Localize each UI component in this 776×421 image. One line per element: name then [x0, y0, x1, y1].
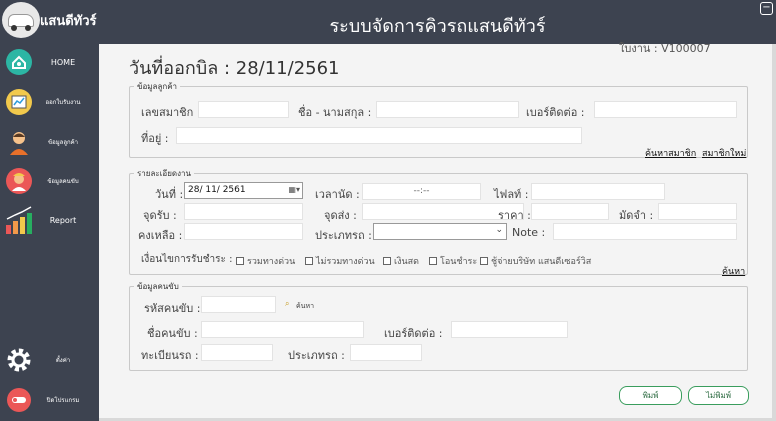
driver-section-legend: ข้อมูลคนขับ [137, 282, 179, 291]
customer-phone-label: เบอร์ติดต่อ : [526, 106, 585, 119]
flight-label: ไฟลท์ : [494, 188, 529, 201]
payment-option-company[interactable]: ชู้จ่ายบริษัท แสนดีเซอร์วิส [480, 254, 591, 268]
driver-name-label: ชื่อคนขับ : [147, 327, 198, 340]
nav-home-label: HOME [50, 57, 76, 67]
van-logo-icon [2, 2, 40, 38]
payment-option-label: ไม่รวมทางด่วน [316, 257, 375, 267]
nav-billing-label: ออกใบรับงาน [45, 99, 81, 106]
minimize-button[interactable]: − [760, 2, 773, 15]
customer-section-legend: ข้อมูลลูกค้า [137, 82, 178, 91]
nav-report[interactable]: Report [0, 202, 99, 238]
deposit-input[interactable] [658, 203, 737, 220]
car-type-select[interactable]: ⌄ [373, 223, 507, 240]
customer-phone-input[interactable] [594, 101, 737, 118]
payment-option-exclude-toll[interactable]: ไม่รวมทางด่วน [305, 254, 375, 268]
nav-settings[interactable]: ตั้งค่า [0, 342, 99, 378]
dropoff-label: จุดส่ง : [324, 209, 357, 222]
nav-customer[interactable]: ข้อมูลลูกค้า [0, 124, 99, 160]
nav-exit[interactable]: ปิดโปรแกรม [0, 382, 99, 418]
no-print-button[interactable]: ไม่พิมพ์ [688, 386, 749, 405]
plate-label: ทะเบียนรถ : [141, 349, 199, 362]
price-input[interactable] [531, 203, 609, 220]
nav-home[interactable]: HOME [0, 44, 99, 80]
driver-id-input[interactable] [201, 296, 276, 313]
header-title: ระบบจัดการคิวรถแสนดีทัวร์ [329, 16, 546, 37]
appointment-time-label: เวลานัด : [315, 188, 360, 201]
payment-option-transfer[interactable]: โอนชำระ [429, 254, 477, 268]
nav-billing[interactable]: ออกใบรับงาน [0, 84, 99, 120]
driver-icon [4, 166, 34, 196]
customer-icon [4, 127, 34, 157]
checkbox[interactable] [480, 257, 488, 265]
print-button[interactable]: พิมพ์ [619, 386, 682, 405]
price-label: ราคา : [498, 209, 531, 222]
nav-settings-label: ตั้งค่า [55, 357, 71, 364]
brand-name: แสนดีทัวร์ [40, 13, 97, 29]
member-id-label: เลขสมาชิก : [141, 106, 201, 119]
power-toggle-icon [4, 385, 34, 415]
driver-phone-label: เบอร์ติดต่อ : [384, 327, 443, 340]
plate-input[interactable] [201, 344, 273, 361]
driver-name-input[interactable] [201, 321, 364, 338]
customer-name-label: ชื่อ - นามสกุล : [298, 106, 372, 119]
home-icon [4, 47, 34, 77]
brand: แสนดีทัวร์ [0, 0, 99, 40]
job-date-picker[interactable]: 28/ 11/ 2561 ▦▾ [184, 182, 303, 199]
payment-condition-label: เงื่อนไขการรับชำระ : [141, 254, 233, 265]
nav-report-label: Report [49, 215, 77, 225]
remaining-input[interactable] [184, 223, 303, 240]
driver-phone-input[interactable] [451, 321, 568, 338]
driver-id-label: รหัสคนขับ : [144, 302, 201, 315]
appointment-time-input[interactable]: --:-- [362, 183, 481, 200]
checkbox[interactable] [383, 257, 391, 265]
search-icon[interactable]: ⌕ [285, 299, 289, 309]
payment-option-label: โอนชำระ [440, 257, 478, 267]
main-panel: วันที่ออกบิล : 28/11/2561 ใบงาน : V10000… [99, 42, 772, 418]
note-label: Note : [512, 226, 546, 239]
nav-driver-label: ข้อมูลคนขับ [47, 178, 79, 185]
address-input[interactable] [176, 127, 582, 144]
payment-option-label: เงินสด [394, 257, 419, 267]
chevron-down-icon: ⌄ [495, 225, 503, 235]
chart-board-icon [4, 87, 34, 117]
driver-search-label[interactable]: ค้นหา [296, 301, 314, 312]
driver-car-type-label: ประเภทรถ : [288, 349, 345, 362]
flight-input[interactable] [531, 183, 665, 200]
nav-customer-label: ข้อมูลลูกค้า [47, 139, 79, 146]
job-section-legend: รายละเอียดงาน [137, 169, 191, 178]
car-type-label: ประเภทรถ : [315, 229, 372, 242]
job-date-label: วันที่ : [155, 188, 184, 201]
sidebar: แสนดีทัวร์ HOME ออกใบรับงาน ข้อมูลลูกค้า… [0, 0, 99, 421]
search-member-link[interactable]: ค้นหาสมาชิก [645, 146, 696, 160]
deposit-label: มัดจำ : [619, 209, 654, 222]
driver-car-type-input[interactable] [350, 344, 422, 361]
gear-icon [4, 345, 34, 375]
checkbox[interactable] [305, 257, 313, 265]
payment-option-cash[interactable]: เงินสด [383, 254, 419, 268]
new-member-link[interactable]: สมาชิกใหม่ [702, 146, 746, 160]
nav-exit-label: ปิดโปรแกรม [46, 397, 80, 404]
calendar-dropdown-icon[interactable]: ▦▾ [288, 185, 300, 194]
job-date-value: 28/ 11/ 2561 [188, 185, 246, 195]
pickup-label: จุดรับ : [143, 209, 177, 222]
header: ระบบจัดการคิวรถแสนดีทัวร์ − [99, 0, 776, 44]
job-search-link[interactable]: ค้นหา [722, 264, 745, 278]
checkbox[interactable] [236, 257, 244, 265]
nav-driver[interactable]: ข้อมูลคนขับ [0, 163, 99, 199]
member-id-input[interactable] [198, 101, 289, 118]
note-input[interactable] [553, 223, 737, 240]
bar-chart-icon [4, 205, 34, 235]
payment-option-label: ชู้จ่ายบริษัท แสนดีเซอร์วิส [491, 257, 592, 267]
payment-option-label: รวมทางด่วน [247, 257, 296, 267]
address-label: ที่อยู่ : [141, 132, 169, 145]
customer-name-input[interactable] [376, 101, 519, 118]
bill-date-title: วันที่ออกบิล : 28/11/2561 [129, 58, 340, 79]
checkbox[interactable] [429, 257, 437, 265]
pickup-input[interactable] [184, 203, 303, 220]
remaining-label: คงเหลือ : [138, 229, 183, 242]
payment-option-include-toll[interactable]: รวมทางด่วน [236, 254, 295, 268]
job-number: ใบงาน : V100007 [619, 42, 711, 55]
